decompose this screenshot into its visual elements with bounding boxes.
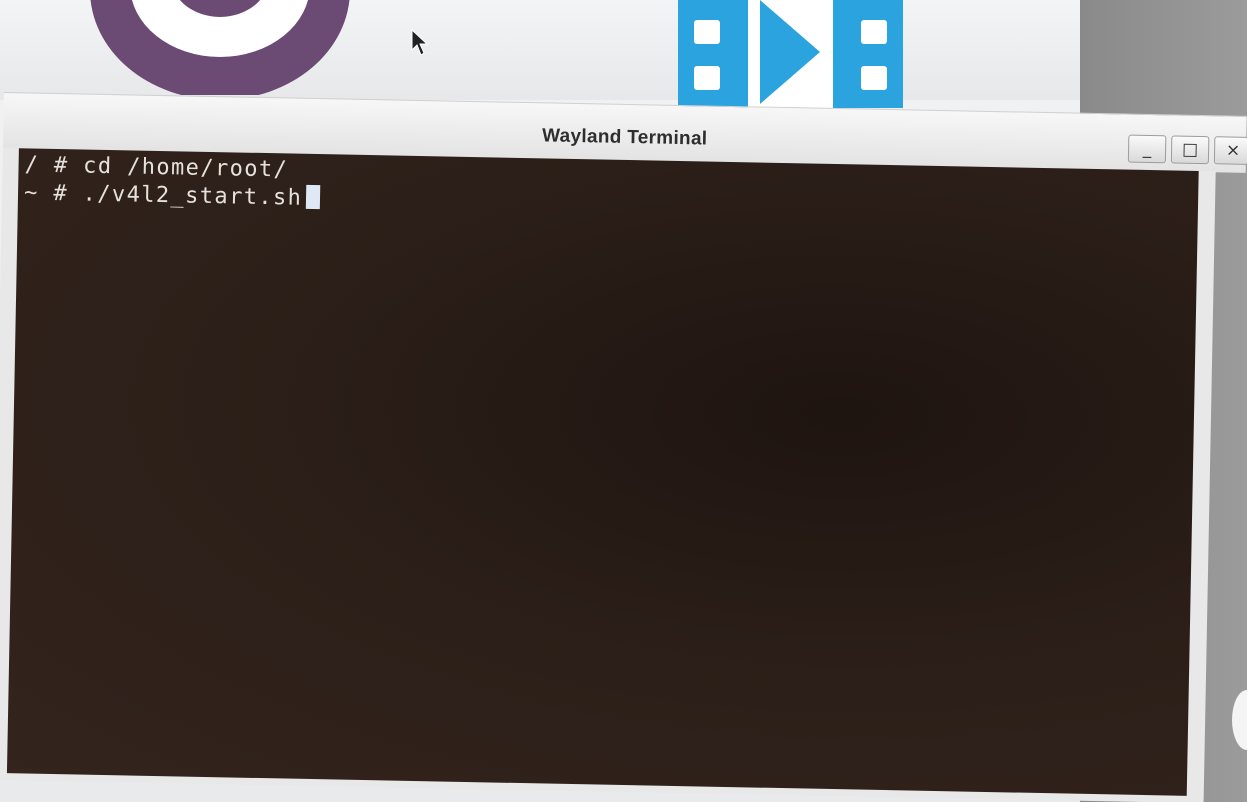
- prompt: / #: [24, 152, 69, 179]
- close-button[interactable]: ×: [1213, 136, 1247, 165]
- command-text: cd /home/root/: [82, 153, 289, 183]
- screen: Wayland Terminal _ □ × / # cd /home/root…: [0, 0, 1247, 802]
- terminal-window[interactable]: Wayland Terminal _ □ × / # cd /home/root…: [0, 92, 1247, 802]
- text-cursor: [306, 184, 321, 210]
- close-icon: ×: [1225, 140, 1241, 161]
- video-film-icon[interactable]: [678, 0, 903, 108]
- app-ring-icon[interactable]: [85, 0, 355, 95]
- minimize-icon: _: [1142, 138, 1152, 160]
- maximize-icon: □: [1181, 139, 1199, 160]
- minimize-button[interactable]: _: [1127, 134, 1167, 164]
- prompt: ~ #: [23, 180, 69, 207]
- terminal-area[interactable]: / # cd /home/root/ ~ # ./v4l2_start.sh: [6, 148, 1199, 796]
- command-text: ./v4l2_start.sh: [82, 181, 303, 211]
- maximize-button[interactable]: □: [1170, 135, 1210, 165]
- mouse-cursor-icon: [411, 28, 429, 56]
- terminal-frame: / # cd /home/root/ ~ # ./v4l2_start.sh: [0, 147, 1216, 802]
